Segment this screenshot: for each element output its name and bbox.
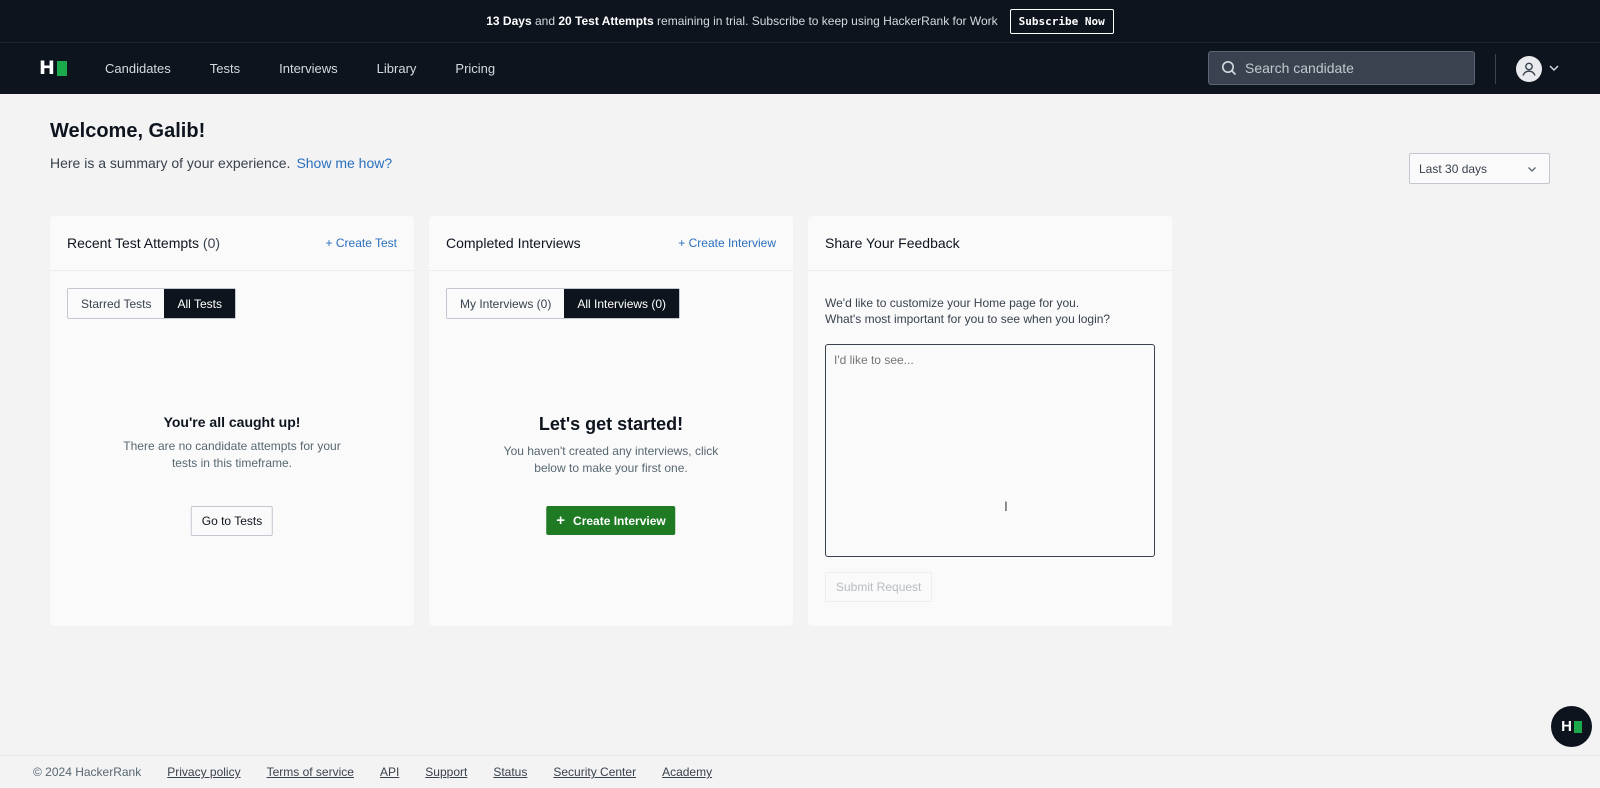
help-logo-letter: H — [1561, 718, 1572, 735]
interview-filter-tabs: My Interviews (0) All Interviews (0) — [446, 288, 681, 319]
card-header: Recent Test Attempts (0) + Create Test — [50, 216, 414, 271]
footer-status[interactable]: Status — [493, 765, 527, 779]
create-test-link[interactable]: + Create Test — [326, 236, 397, 250]
nav-divider — [1495, 54, 1496, 84]
nav-library[interactable]: Library — [377, 61, 417, 76]
empty-state: Let's get started! You haven't created a… — [429, 414, 793, 477]
feedback-textarea[interactable] — [825, 344, 1155, 557]
test-filter-tabs: Starred Tests All Tests — [67, 288, 236, 319]
tab-all-tests[interactable]: All Tests — [164, 289, 235, 318]
trial-attempts: 20 Test Attempts — [558, 14, 654, 28]
footer-security-center[interactable]: Security Center — [553, 765, 636, 779]
help-logo-square-icon — [1573, 720, 1582, 733]
card-title: Completed Interviews — [446, 235, 581, 251]
tab-all-interviews[interactable]: All Interviews (0) — [564, 289, 680, 318]
footer-api[interactable]: API — [380, 765, 399, 779]
feedback-line-2: What's most important for you to see whe… — [825, 312, 1111, 326]
empty-state: You're all caught up! There are no candi… — [50, 414, 414, 472]
attempts-count: (0) — [202, 235, 221, 251]
nav-links: Candidates Tests Interviews Library Pric… — [105, 61, 534, 76]
nav-candidates[interactable]: Candidates — [105, 61, 171, 76]
trial-banner: 13 Days and 20 Test Attempts remaining i… — [0, 0, 1600, 42]
create-interview-button[interactable]: + Create Interview — [546, 506, 676, 535]
trial-message: remaining in trial. Subscribe to keep us… — [657, 14, 998, 28]
go-to-tests-button[interactable]: Go to Tests — [190, 506, 274, 536]
empty-text: There are no candidate attempts for your… — [123, 439, 341, 470]
hackerrank-logo[interactable]: H — [39, 59, 67, 79]
create-interview-link[interactable]: + Create Interview — [678, 236, 776, 250]
nav-tests[interactable]: Tests — [210, 61, 240, 76]
nav-pricing[interactable]: Pricing — [455, 61, 495, 76]
footer-terms-of-service[interactable]: Terms of service — [267, 765, 354, 779]
trial-and: and — [534, 14, 555, 28]
card-title: Recent Test Attempts (0) — [67, 235, 220, 251]
trial-days: 13 Days — [486, 14, 532, 28]
empty-text: You haven't created any interviews, clic… — [503, 444, 719, 475]
feedback-line-1: We'd like to customize your Home page fo… — [825, 296, 1080, 310]
footer-support[interactable]: Support — [425, 765, 467, 779]
footer-academy[interactable]: Academy — [662, 765, 712, 779]
user-avatar[interactable] — [1516, 56, 1542, 82]
show-me-how-link[interactable]: Show me how? — [296, 155, 392, 171]
submit-request-button[interactable]: Submit Request — [825, 572, 933, 602]
copyright: © 2024 HackerRank — [33, 765, 142, 779]
empty-title: You're all caught up! — [163, 414, 301, 430]
share-feedback-card: Share Your Feedback We'd like to customi… — [808, 216, 1172, 626]
tab-my-interviews[interactable]: My Interviews (0) — [447, 289, 565, 318]
card-title: Share Your Feedback — [825, 235, 960, 251]
card-header: Share Your Feedback — [808, 216, 1172, 271]
feedback-description: We'd like to customize your Home page fo… — [825, 295, 1172, 327]
subscribe-button[interactable]: Subscribe Now — [1009, 8, 1114, 34]
plus-icon: + — [556, 512, 566, 529]
logo-square-icon — [56, 61, 67, 76]
welcome-section: Welcome, Galib! Here is a summary of you… — [50, 120, 392, 171]
footer-privacy-policy[interactable]: Privacy policy — [167, 765, 240, 779]
chevron-down-icon — [1528, 166, 1536, 172]
chevron-down-icon[interactable] — [1548, 62, 1560, 74]
search-box[interactable] — [1208, 51, 1475, 85]
card-title-text: Recent Test Attempts — [67, 235, 200, 251]
footer: © 2024 HackerRank Privacy policy Terms o… — [0, 755, 1600, 788]
card-header: Completed Interviews + Create Interview — [429, 216, 793, 271]
search-input[interactable] — [1245, 60, 1465, 76]
user-icon — [1522, 62, 1536, 76]
logo-letter: H — [39, 57, 55, 79]
page-title: Welcome, Galib! — [50, 120, 206, 142]
recent-test-attempts-card: Recent Test Attempts (0) + Create Test S… — [50, 216, 414, 626]
welcome-subtitle: Here is a summary of your experience. Sho… — [50, 155, 392, 171]
text-cursor-icon: I — [1004, 498, 1008, 514]
welcome-subtitle-text: Here is a summary of your experience. — [50, 155, 291, 171]
search-icon — [1222, 61, 1237, 76]
create-interview-label: Create Interview — [573, 513, 666, 528]
completed-interviews-card: Completed Interviews + Create Interview … — [429, 216, 793, 626]
date-range-value: Last 30 days — [1419, 161, 1488, 176]
help-chat-button[interactable]: H — [1551, 706, 1592, 747]
empty-title: Let's get started! — [538, 414, 684, 434]
date-range-select[interactable]: Last 30 days — [1409, 153, 1550, 184]
nav-interviews[interactable]: Interviews — [279, 61, 338, 76]
tab-starred-tests[interactable]: Starred Tests — [68, 289, 165, 318]
